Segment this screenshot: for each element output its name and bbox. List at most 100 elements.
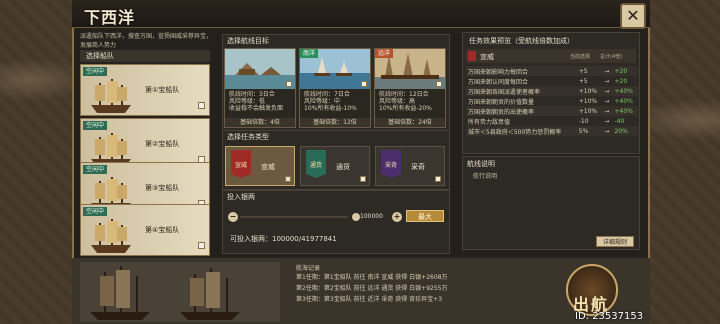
effects-row: 万国来朝各国派遣使者概率 +10% → +40% bbox=[466, 86, 638, 96]
log-line: 第3任期：第3宝船队 前往 近洋 采奇 获得 奇珍异宝+3 bbox=[296, 296, 443, 303]
effects-table: 万国来朝影响力每回合 +5 → +20 万国来朝认同度每回合 +5 → +20 万国来朝各国派遣… bbox=[466, 66, 638, 136]
fleet-checkbox[interactable] bbox=[198, 242, 205, 249]
silver-panel: 投入银两 bbox=[222, 190, 450, 254]
effect-current: +5 bbox=[578, 77, 588, 85]
fleet-name: 第③宝船队 bbox=[145, 184, 180, 192]
minus-button[interactable]: − bbox=[228, 212, 238, 222]
status-badge: 空闲中 bbox=[83, 165, 108, 174]
effects-row: 所有势力敌意值 -10 → -40 bbox=[466, 116, 638, 126]
max-button[interactable]: 最大 bbox=[406, 210, 444, 222]
route-tag: 南洋 bbox=[300, 49, 319, 58]
status-badge: 空闲中 bbox=[83, 67, 108, 76]
route-tag: 远洋 bbox=[375, 49, 394, 58]
route-risk: 风险等级：高 bbox=[379, 98, 416, 105]
effect-current: +10% bbox=[576, 86, 603, 96]
effect-total: +20 bbox=[614, 77, 628, 85]
effect-total: +40% bbox=[614, 97, 633, 105]
silver-slider-thumb[interactable] bbox=[352, 213, 360, 221]
route-multiplier: 基础倍数：24倍 bbox=[375, 118, 445, 127]
silver-value: 100000 bbox=[360, 213, 383, 220]
available-silver: 可投入银两：100000/41977841 bbox=[230, 235, 337, 243]
task-label: 通货 bbox=[336, 163, 350, 171]
task-card-xuanwei[interactable]: 宣威 宣威 bbox=[225, 146, 295, 186]
effect-arrow: → bbox=[602, 126, 613, 136]
effect-total: +40% bbox=[612, 86, 638, 96]
silver-header: 投入银两 bbox=[227, 193, 255, 201]
task-checkbox[interactable] bbox=[360, 176, 366, 182]
task-card-tonghuo[interactable]: 通货 通货 bbox=[300, 146, 370, 186]
route-multiplier: 基础倍数：12倍 bbox=[300, 118, 370, 127]
detail-rules-button[interactable]: 详细规则 bbox=[596, 236, 634, 247]
badge-text: 采奇 bbox=[385, 161, 397, 169]
banner-icon: 通货 bbox=[306, 150, 326, 178]
task-header: 选择任务类型 bbox=[227, 133, 269, 141]
route-card-far[interactable]: 远洋 航线时间：12日合 风险等级：高 10%所有收益-20% 基础倍数：24倍 bbox=[374, 48, 446, 128]
route-header: 选择航线目标 bbox=[227, 37, 269, 45]
effects-row: 城市＜5县政府＜500势力惩罚概率 5% → 20% bbox=[466, 126, 638, 136]
log-line: 第2任期：第2宝船队 前往 远洋 通货 获得 白银+9255万 bbox=[296, 285, 448, 292]
fleet-checkbox[interactable] bbox=[198, 102, 205, 109]
banner-icon: 采奇 bbox=[381, 150, 401, 178]
close-icon: ✕ bbox=[626, 6, 640, 25]
effect-current: 5% bbox=[576, 126, 603, 136]
route-desc-header: 航线说明 bbox=[467, 160, 495, 168]
page-title: 下西洋 bbox=[84, 8, 136, 27]
effect-arrow: → bbox=[602, 66, 613, 76]
route-card-south[interactable]: 南洋 航线时间：7日合 风险等级：中 10%所有收益-10% 基础倍数：12倍 bbox=[299, 48, 371, 128]
log-list: 第1任期：第1宝船队 前往 南洋 宣威 获得 白银+2608万 第2任期：第2宝… bbox=[290, 262, 556, 324]
route-info: 航线时间：12日合 风险等级：高 10%所有收益-20% bbox=[379, 91, 432, 112]
route-info: 航线时间：3日合 风险等级：低 收益稳不会触发负面 bbox=[229, 91, 283, 112]
route-time: 航线时间：7日合 bbox=[304, 91, 350, 98]
fleet-card[interactable]: 空闲中 第①宝船队 bbox=[80, 64, 210, 116]
fleet-card[interactable]: 空闲中 第④宝船队 bbox=[80, 204, 210, 256]
ship-icon bbox=[91, 219, 131, 253]
route-yield: 10%所有收益-10% bbox=[304, 105, 357, 112]
col-total: 总计(4倍) bbox=[600, 54, 623, 60]
effect-arrow: → bbox=[602, 106, 613, 116]
fleet-name: 第①宝船队 bbox=[145, 86, 180, 94]
task-card-caiqi[interactable]: 采奇 采奇 bbox=[375, 146, 445, 186]
fleet-illustration bbox=[80, 262, 280, 322]
task-label: 采奇 bbox=[411, 163, 425, 171]
fleet-header: 选择船队 bbox=[80, 50, 210, 62]
effect-name: 城市＜5县政府＜500势力惩罚概率 bbox=[466, 126, 577, 136]
route-yield: 收益稳不会触发负面 bbox=[229, 105, 284, 112]
route-time: 航线时间：3日合 bbox=[229, 91, 275, 98]
banner-icon: 宣威 bbox=[231, 150, 251, 178]
header-bar bbox=[72, 0, 650, 28]
log-line: 第1任期：第1宝船队 前往 南洋 宣威 获得 白银+2608万 bbox=[296, 274, 448, 281]
silver-slider-track[interactable] bbox=[240, 216, 348, 218]
route-checkbox[interactable] bbox=[361, 81, 367, 87]
plus-button[interactable]: + bbox=[392, 212, 402, 222]
status-badge: 空闲中 bbox=[83, 121, 108, 130]
effects-section-bar: 宣威 当前选择 总计(4倍) bbox=[466, 49, 636, 63]
task-checkbox[interactable] bbox=[435, 176, 441, 182]
effect-arrow: → bbox=[604, 77, 610, 85]
route-checkbox[interactable] bbox=[286, 81, 292, 87]
effect-name: 万国来朝各国派遣使者概率 bbox=[466, 86, 577, 96]
effects-header: 任务效果预览（受航线倍数加成） bbox=[469, 37, 574, 45]
effect-total: +40% bbox=[612, 106, 638, 116]
effect-arrow: → bbox=[602, 86, 613, 96]
effect-arrow: → bbox=[604, 117, 610, 125]
effect-arrow: → bbox=[604, 97, 610, 105]
status-badge: 空闲中 bbox=[83, 207, 108, 216]
effects-row: 万国来朝朝贡的出使概率 +10% → +40% bbox=[466, 106, 638, 116]
route-time: 航线时间：12日合 bbox=[379, 91, 429, 98]
route-checkbox[interactable] bbox=[436, 81, 442, 87]
route-desc-text: 航行说明 bbox=[473, 173, 498, 180]
fleet-name: 第④宝船队 bbox=[145, 226, 180, 234]
route-yield: 10%所有收益-20% bbox=[379, 105, 432, 112]
task-checkbox[interactable] bbox=[285, 176, 291, 182]
harbor-image bbox=[225, 49, 295, 89]
badge-text: 通货 bbox=[310, 161, 322, 169]
task-label: 宣威 bbox=[261, 163, 275, 171]
effect-name: 万国来朝朝贡的出使概率 bbox=[466, 106, 577, 116]
fleet-name: 第②宝船队 bbox=[145, 140, 180, 148]
ship-icon bbox=[91, 79, 131, 113]
effect-total: +20 bbox=[612, 66, 638, 76]
effect-name: 万国来朝影响力每回合 bbox=[466, 66, 577, 76]
close-button[interactable]: ✕ bbox=[620, 3, 646, 29]
route-card-near[interactable]: 航线时间：3日合 风险等级：低 收益稳不会触发负面 基础倍数：4倍 bbox=[224, 48, 296, 128]
route-multiplier: 基础倍数：4倍 bbox=[225, 118, 295, 127]
